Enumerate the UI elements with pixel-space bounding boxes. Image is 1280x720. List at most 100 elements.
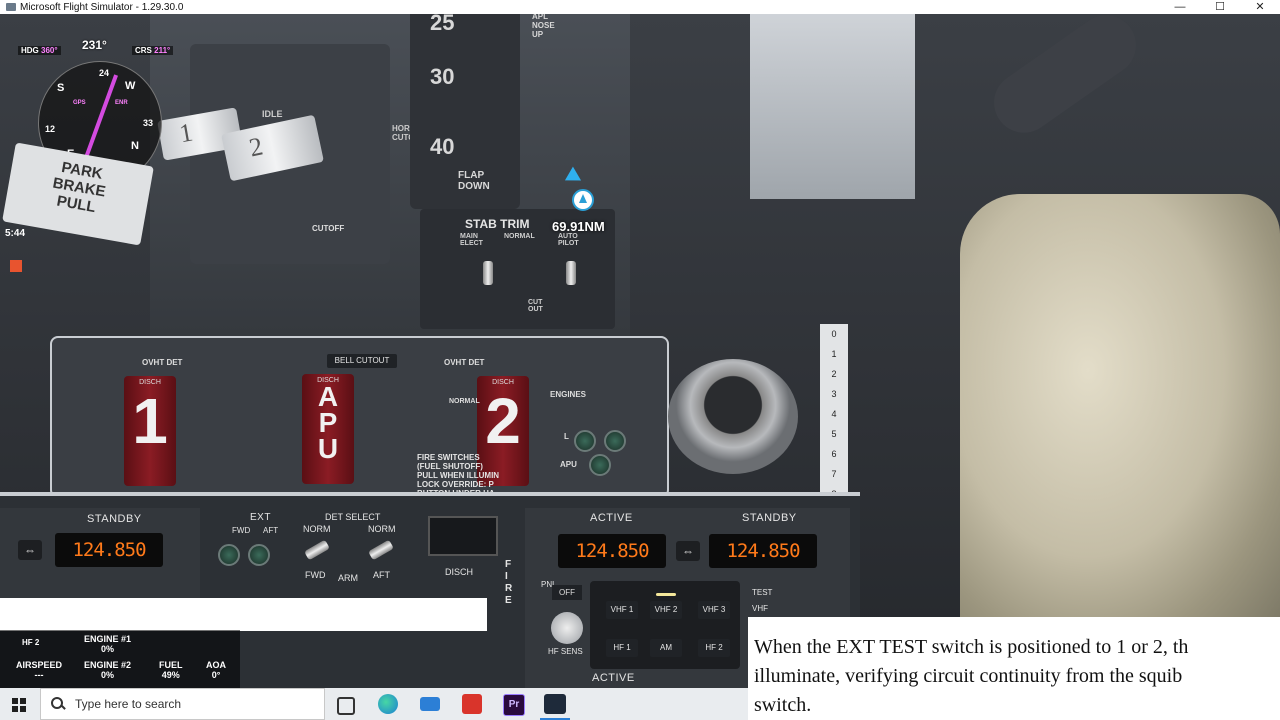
cockpit-view[interactable]: 1 2 IDLE CUTOFF HORN CUTOUT 25 30 40 FLA… xyxy=(0,14,1280,688)
edge-icon[interactable] xyxy=(378,694,398,714)
engine2-stat: ENGINE #2 0% xyxy=(84,660,131,680)
waypoint-marker-icon[interactable] xyxy=(572,189,594,211)
vhf1-button[interactable]: VHF 1 xyxy=(606,601,638,619)
off-button[interactable]: OFF xyxy=(552,585,582,600)
cable-assembly xyxy=(982,14,1148,145)
aft2-label: AFT xyxy=(373,570,390,580)
ruler-mark: 7 xyxy=(831,469,837,479)
stab-trim-title: STAB TRIM xyxy=(465,217,530,231)
timer: 5:44 xyxy=(5,228,26,239)
ext-fwd-light xyxy=(218,544,240,566)
fuel-value: 49% xyxy=(161,670,180,680)
apu-fault-light xyxy=(589,454,611,476)
stab-trim-autopilot-switch[interactable] xyxy=(566,261,576,285)
aoa-label: AOA xyxy=(206,660,226,670)
taskbar-search[interactable]: Type here to search xyxy=(40,688,325,720)
fire-protection-panel: OVHT DET OVHT DET BELL CUTOUT DISCH 1 DI… xyxy=(50,336,669,498)
normal-small-label: NORMAL xyxy=(449,398,480,405)
ovht-det-left-label: OVHT DET xyxy=(142,358,183,367)
active-bottom-label: ACTIVE xyxy=(592,672,635,684)
disch-button[interactable] xyxy=(428,516,498,556)
taskbar: Type here to search Pr xyxy=(0,688,748,720)
am-button[interactable]: AM xyxy=(650,639,682,657)
engines-label: ENGINES xyxy=(550,390,587,399)
maximize-button[interactable]: ☐ xyxy=(1200,0,1240,14)
right-standby-frequency: 124.850 xyxy=(709,534,817,568)
compass-12: 12 xyxy=(45,124,56,134)
ruler-mark: 6 xyxy=(831,449,837,459)
hf2-small-label: HF 2 xyxy=(22,638,40,647)
engine1-label: ENGINE #1 xyxy=(84,634,132,644)
ext-aft-light xyxy=(248,544,270,566)
stab-trim-main-elect-switch[interactable] xyxy=(483,261,493,285)
left-transfer-button[interactable]: ⇔ xyxy=(18,540,42,560)
hdg-label: HDG xyxy=(21,46,39,55)
norm-a-label: NORM xyxy=(303,524,331,534)
acrobat-icon[interactable] xyxy=(462,694,482,714)
fwd2-label: FWD xyxy=(305,570,326,580)
left-standby-frequency: 124.850 xyxy=(55,533,163,567)
airspeed-label: AIRSPEED xyxy=(16,660,63,670)
ext-label: EXT xyxy=(250,512,271,523)
lever-2-label: 2 xyxy=(246,131,266,163)
arm-label: ARM xyxy=(338,573,358,583)
hf-sens-knob[interactable] xyxy=(551,612,583,644)
window-titlebar: Microsoft Flight Simulator - 1.29.30.0 —… xyxy=(0,0,1280,14)
aoa-stat: AOA 0° xyxy=(206,660,226,680)
start-button-icon[interactable] xyxy=(12,698,26,712)
mail-icon[interactable] xyxy=(420,697,440,711)
ruler-mark: 2 xyxy=(831,369,837,379)
ruler-mark: 4 xyxy=(831,409,837,419)
compass-s: S xyxy=(57,82,65,94)
engines-l-label: L xyxy=(564,432,569,441)
ruler: 0 1 2 3 4 5 6 7 8 xyxy=(820,324,848,504)
record-indicator-icon xyxy=(10,260,22,272)
bell-cutout-button[interactable]: BELL CUTOUT xyxy=(327,354,397,368)
hf-sens-label: HF SENS xyxy=(548,647,583,656)
hf2-button[interactable]: HF 2 xyxy=(698,639,730,657)
normal-label: NORMAL xyxy=(504,233,535,240)
gps-label: GPS xyxy=(73,100,86,106)
minimize-button[interactable]: — xyxy=(1160,0,1200,14)
flap-down-label: FLAP DOWN xyxy=(458,170,490,192)
flight-simulator-icon[interactable] xyxy=(544,694,566,714)
hf1-button[interactable]: HF 1 xyxy=(606,639,638,657)
fuel-stat: FUEL 49% xyxy=(159,660,183,680)
cut-out-label: CUT OUT xyxy=(528,299,543,313)
right-transfer-button[interactable]: ⇔ xyxy=(676,541,700,561)
search-icon xyxy=(51,697,65,711)
flap-30-mark: 30 xyxy=(430,64,455,89)
engine-fault-light-r xyxy=(604,430,626,452)
engine-fault-light-l xyxy=(574,430,596,452)
crs-indicator: CRS 211° xyxy=(132,46,174,55)
det-select-label: DET SELECT xyxy=(325,512,381,522)
search-placeholder: Type here to search xyxy=(75,697,182,711)
blank-banner xyxy=(0,598,487,631)
ovht-det-right-label: OVHT DET xyxy=(444,358,485,367)
left-standby-label: STANDBY xyxy=(87,513,142,525)
flap-gauge: 25 30 40 FLAP DOWN APL NOSE UP xyxy=(410,14,555,209)
task-view-icon[interactable] xyxy=(337,697,355,715)
fire-handle-apu[interactable]: DISCH A P U xyxy=(302,374,354,484)
test-label: TEST xyxy=(752,588,773,597)
fire-handle-1[interactable]: DISCH 1 xyxy=(124,376,176,486)
flap-40-mark: 40 xyxy=(430,134,455,159)
document-text: When the EXT TEST switch is positioned t… xyxy=(754,636,1189,716)
fwd-label: FWD xyxy=(232,526,251,535)
aoa-value: 0° xyxy=(211,670,221,680)
premiere-icon[interactable]: Pr xyxy=(503,694,525,716)
heading-readout: 231° xyxy=(82,38,107,52)
engine2-value: 0% xyxy=(101,670,115,680)
main-elect-label: MAIN ELECT xyxy=(460,233,483,247)
engines-apu-label: APU xyxy=(560,460,577,469)
window-controls: — ☐ ✕ xyxy=(1160,0,1280,14)
close-button[interactable]: ✕ xyxy=(1240,0,1280,14)
vhf2-button[interactable]: VHF 2 xyxy=(650,593,682,619)
active-label: ACTIVE xyxy=(590,512,633,524)
fire-handle-1-label: 1 xyxy=(132,385,168,457)
compass-n: N xyxy=(131,140,139,152)
auto-pilot-label: AUTO PILOT xyxy=(558,233,579,247)
vhf3-button[interactable]: VHF 3 xyxy=(698,601,730,619)
fire-handle-apu-label: A P U xyxy=(317,381,339,464)
ruler-mark: 1 xyxy=(831,349,837,359)
